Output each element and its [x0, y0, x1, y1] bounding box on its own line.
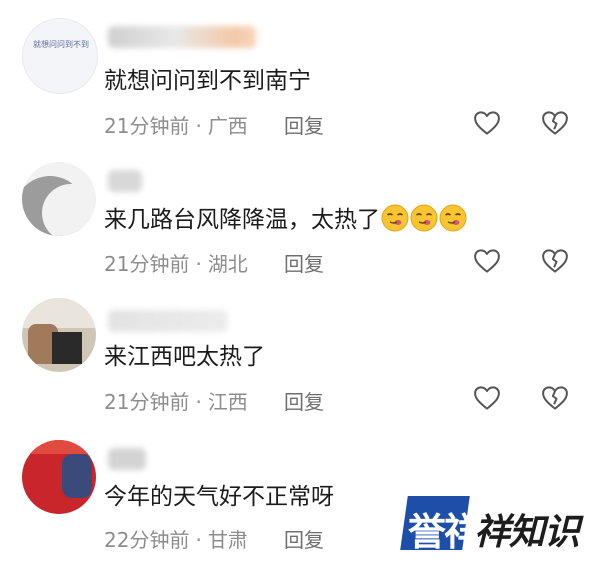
username-blurred[interactable]	[108, 310, 228, 332]
avatar[interactable]: 就想问问到不到	[22, 18, 98, 94]
broken-heart-icon[interactable]	[540, 383, 570, 413]
comment-text: 来几路台风降降温，太热了	[104, 204, 467, 235]
reply-button[interactable]: 回复	[284, 110, 324, 139]
heart-outline-icon[interactable]	[472, 246, 502, 276]
meta-separator: ·	[195, 252, 202, 276]
reply-button[interactable]: 回复	[284, 248, 324, 277]
avatar[interactable]	[22, 298, 96, 372]
username-blurred[interactable]	[108, 26, 256, 48]
heart-outline-icon[interactable]	[472, 108, 502, 138]
comment-location: 甘肃	[207, 528, 248, 552]
comment-location: 江西	[207, 390, 248, 414]
avatar-shape	[62, 454, 92, 498]
broken-heart-icon[interactable]	[540, 108, 570, 138]
username-blurred[interactable]	[108, 170, 142, 192]
heart-outline-icon[interactable]	[472, 383, 502, 413]
comment-location: 广西	[207, 114, 248, 138]
comment-meta: 22分钟前 · 甘肃	[104, 524, 248, 553]
logo-text: 祥知识	[474, 512, 580, 553]
smirk-emoji-icon	[439, 204, 467, 232]
comment-text: 就想问问到不到南宁	[104, 68, 311, 94]
meta-separator: ·	[195, 114, 202, 138]
smirk-emoji-icon	[381, 204, 409, 232]
comment-meta: 21分钟前 · 湖北	[104, 248, 248, 277]
avatar-text: 就想问问到不到	[33, 40, 89, 49]
comment-time: 21分钟前	[104, 390, 190, 414]
reply-button[interactable]: 回复	[284, 524, 324, 553]
reply-button[interactable]: 回复	[284, 386, 324, 415]
broken-heart-icon[interactable]	[540, 246, 570, 276]
comment-text-body: 来几路台风降降温，太热了	[104, 207, 380, 233]
comment-meta: 21分钟前 · 江西	[104, 386, 248, 415]
comment-time: 22分钟前	[104, 528, 190, 552]
logo-badge-text: 誉祥	[408, 510, 482, 554]
meta-separator: ·	[195, 390, 202, 414]
comment-time: 21分钟前	[104, 114, 190, 138]
smirk-emoji-icon	[410, 204, 438, 232]
comment-time: 21分钟前	[104, 252, 190, 276]
avatar[interactable]	[22, 162, 96, 236]
comment-meta: 21分钟前 · 广西	[104, 110, 248, 139]
comment-text: 今年的天气好不正常呀	[104, 484, 334, 510]
avatar-shape	[52, 332, 82, 364]
avatar-shape	[22, 440, 96, 454]
watermark-logo: 誉祥 祥知识	[400, 496, 590, 554]
avatar-shape	[42, 184, 96, 236]
comment-location: 湖北	[207, 252, 248, 276]
meta-separator: ·	[195, 528, 202, 552]
comment-text: 来江西吧太热了	[104, 344, 265, 370]
username-blurred[interactable]	[108, 448, 146, 470]
avatar[interactable]	[22, 440, 96, 514]
